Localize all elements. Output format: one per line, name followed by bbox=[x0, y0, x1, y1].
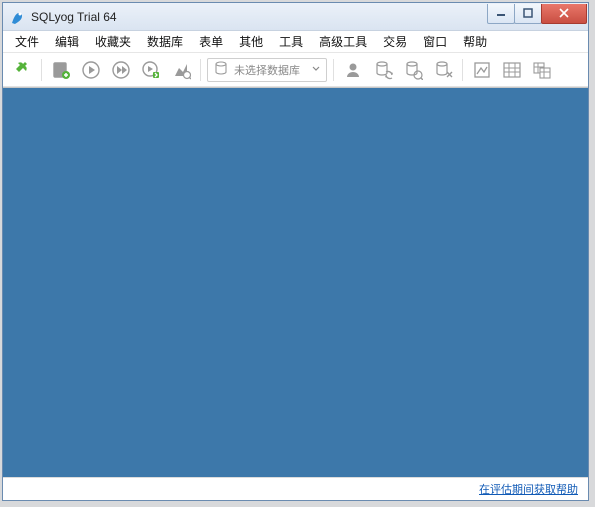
menu-database[interactable]: 数据库 bbox=[139, 31, 191, 52]
titlebar: SQLyog Trial 64 bbox=[3, 3, 588, 31]
menu-favorites[interactable]: 收藏夹 bbox=[87, 31, 139, 52]
menu-tools[interactable]: 工具 bbox=[271, 31, 311, 52]
schema-sync-button[interactable] bbox=[370, 57, 396, 83]
new-connection-button[interactable] bbox=[9, 57, 35, 83]
query-builder-button[interactable] bbox=[430, 57, 456, 83]
toolbar: 未选择数据库 bbox=[3, 53, 588, 87]
menu-file[interactable]: 文件 bbox=[7, 31, 47, 52]
toolbar-separator bbox=[462, 59, 463, 81]
execute-and-edit-button[interactable] bbox=[138, 57, 164, 83]
app-icon bbox=[9, 9, 25, 25]
maximize-button[interactable] bbox=[514, 4, 542, 24]
query-profiler-button[interactable] bbox=[168, 57, 194, 83]
schema-designer-button[interactable] bbox=[469, 57, 495, 83]
window-title: SQLyog Trial 64 bbox=[31, 10, 488, 24]
menu-powertools[interactable]: 高级工具 bbox=[311, 31, 375, 52]
minimize-button[interactable] bbox=[487, 4, 515, 24]
database-icon bbox=[214, 61, 228, 78]
chevron-down-icon bbox=[312, 64, 320, 76]
menu-edit[interactable]: 编辑 bbox=[47, 31, 87, 52]
content-area bbox=[3, 87, 588, 477]
menu-table[interactable]: 表单 bbox=[191, 31, 231, 52]
visual-data-compare-button[interactable] bbox=[400, 57, 426, 83]
menu-help[interactable]: 帮助 bbox=[455, 31, 495, 52]
toolbar-separator bbox=[41, 59, 42, 81]
menubar: 文件 编辑 收藏夹 数据库 表单 其他 工具 高级工具 交易 窗口 帮助 bbox=[3, 31, 588, 53]
new-query-button[interactable] bbox=[48, 57, 74, 83]
toolbar-separator bbox=[200, 59, 201, 81]
menu-other[interactable]: 其他 bbox=[231, 31, 271, 52]
close-button[interactable] bbox=[541, 4, 587, 24]
statusbar: 在评估期间获取帮助 bbox=[3, 477, 588, 500]
database-selector-text: 未选择数据库 bbox=[234, 62, 300, 78]
trial-help-link[interactable]: 在评估期间获取帮助 bbox=[479, 481, 578, 497]
execute-all-button[interactable] bbox=[108, 57, 134, 83]
menu-transactions[interactable]: 交易 bbox=[375, 31, 415, 52]
execute-query-button[interactable] bbox=[78, 57, 104, 83]
user-manager-button[interactable] bbox=[340, 57, 366, 83]
menu-window[interactable]: 窗口 bbox=[415, 31, 455, 52]
toolbar-separator bbox=[333, 59, 334, 81]
database-selector[interactable]: 未选择数据库 bbox=[207, 58, 327, 82]
table-diagnostics-button[interactable] bbox=[529, 57, 555, 83]
data-search-button[interactable] bbox=[499, 57, 525, 83]
